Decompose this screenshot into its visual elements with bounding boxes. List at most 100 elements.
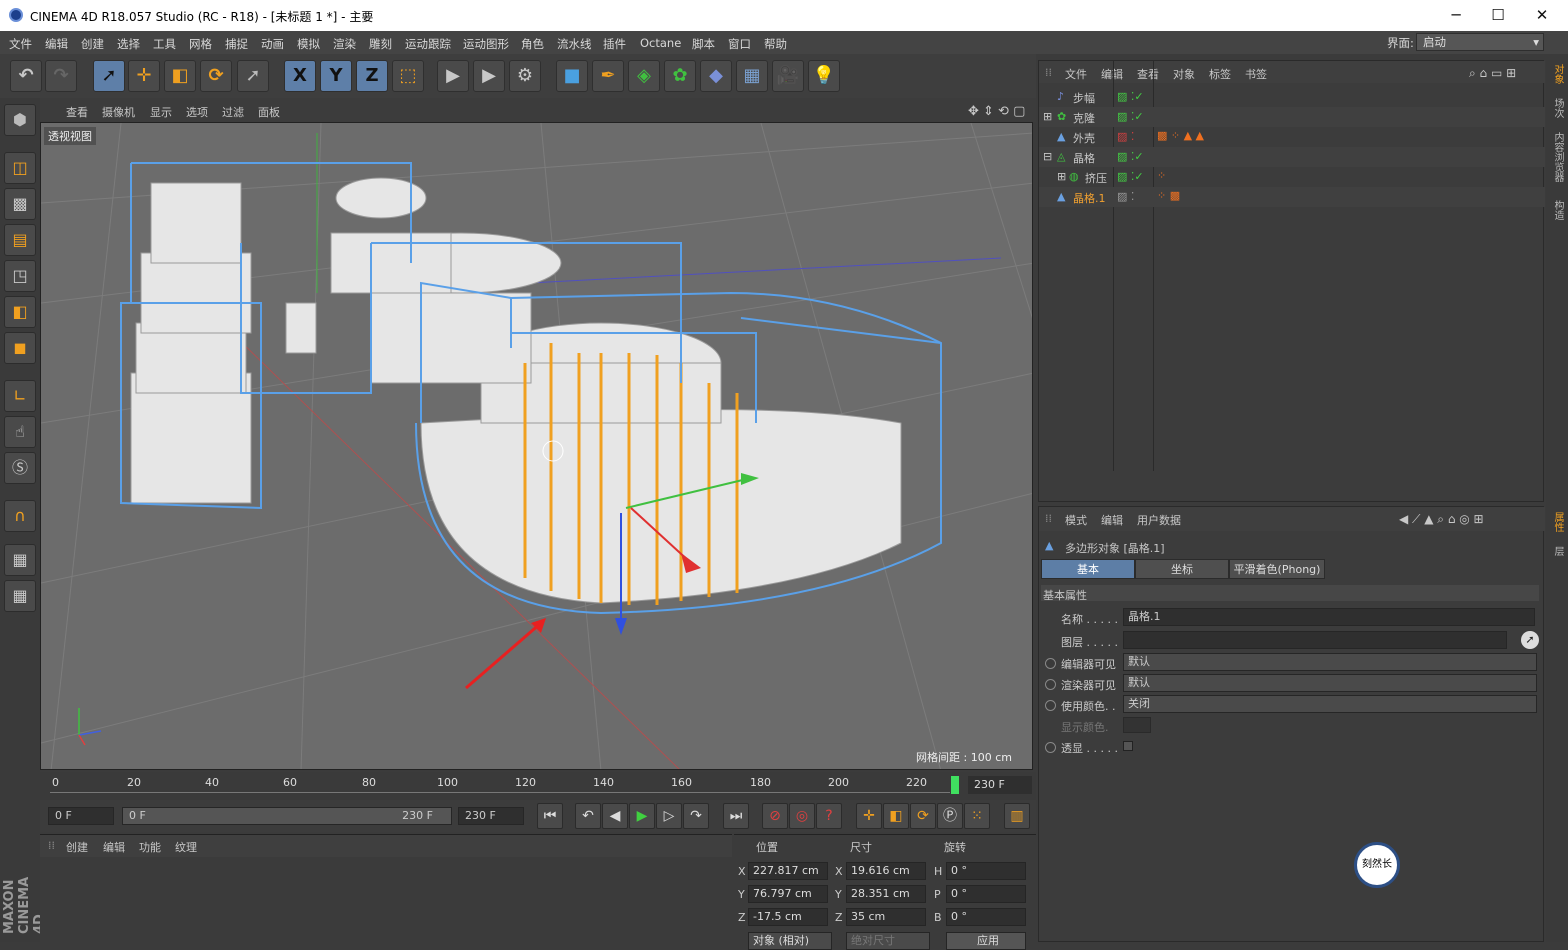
attr-nav-icon[interactable]: ◀ ⟋ ▲ ⌕ ⌂ ◎ ⊞ (1399, 512, 1484, 527)
prev-key-icon[interactable]: ↶ (575, 803, 601, 829)
light-icon[interactable]: 💡 (808, 60, 840, 92)
auto-key-icon[interactable]: ◎ (789, 803, 815, 829)
last-tool-icon[interactable]: ➚ (237, 60, 269, 92)
render-visible-select[interactable]: 默认 (1123, 674, 1537, 692)
object-row[interactable]: ⊞ ✿ 克隆 ▨ ⁚✓ (1039, 107, 1545, 127)
polygons-mode-icon[interactable]: ◼ (4, 332, 36, 364)
tab-basic[interactable]: 基本 (1041, 559, 1135, 579)
close-button[interactable]: ✕ (1522, 4, 1562, 26)
obj-menu-edit[interactable]: 编辑 (1101, 66, 1123, 82)
move-icon[interactable]: ✛ (128, 60, 160, 92)
goto-start-icon[interactable]: ⏮ (537, 803, 563, 829)
visibility-check-icon[interactable]: ▨ ⁚✓ (1117, 90, 1144, 103)
name-field[interactable]: 晶格.1 (1123, 608, 1535, 626)
obj-menu-bookmarks[interactable]: 书签 (1245, 66, 1267, 82)
phong-tag-icon[interactable]: ⁘ (1157, 169, 1166, 182)
expand-icon[interactable]: ⊞ (1057, 170, 1066, 183)
model-mode-icon[interactable]: ◫ (4, 152, 36, 184)
menu-create[interactable]: 创建 (81, 36, 104, 52)
vp-menu-filter[interactable]: 过滤 (222, 104, 244, 120)
vp-menu-display[interactable]: 显示 (150, 104, 172, 120)
next-key-icon[interactable]: ↷ (683, 803, 709, 829)
key-position-icon[interactable]: ✛ (856, 803, 882, 829)
solo-mode-icon[interactable]: Ⓢ (4, 452, 36, 484)
object-row-selected[interactable]: ▲ 晶格.1 ▨ ⁚ ⁘ ▩ (1039, 187, 1545, 207)
visibility-check-icon[interactable]: ▨ ⁚✓ (1117, 170, 1144, 183)
render-visible-radio[interactable] (1045, 679, 1056, 690)
xray-radio[interactable] (1045, 742, 1056, 753)
display-color-swatch[interactable] (1123, 717, 1151, 733)
menu-window[interactable]: 窗口 (728, 36, 751, 52)
timeline-ruler[interactable]: 0 20 40 60 80 100 120 140 160 180 200 22… (40, 772, 1036, 800)
workplane-mode-icon[interactable]: ▤ (4, 224, 36, 256)
menu-plugins[interactable]: 插件 (603, 36, 626, 52)
use-color-radio[interactable] (1045, 700, 1056, 711)
key-pla-icon[interactable]: ⁙ (964, 803, 990, 829)
obj-menu-tags[interactable]: 标签 (1209, 66, 1231, 82)
pen-spline-icon[interactable]: ✒ (592, 60, 624, 92)
menu-file[interactable]: 文件 (9, 36, 32, 52)
mat-menu-texture[interactable]: 纹理 (175, 839, 197, 855)
vp-menu-options[interactable]: 选项 (186, 104, 208, 120)
material-tags-icon[interactable]: ▩ ⁘ ▲ ▲ (1157, 129, 1204, 142)
menu-pipeline[interactable]: 流水线 (557, 36, 592, 52)
side-tab-layers[interactable]: 层 (1549, 546, 1565, 556)
timeline-window-icon[interactable]: ▥ (1004, 803, 1030, 829)
size-x-field[interactable]: 19.616 cm (846, 862, 926, 880)
keyframe-selection-icon[interactable]: ? (816, 803, 842, 829)
tab-phong[interactable]: 平滑着色(Phong) (1229, 559, 1325, 579)
expand-icon[interactable]: ⊞ (1043, 110, 1052, 123)
key-rotation-icon[interactable]: ⟳ (910, 803, 936, 829)
menu-help[interactable]: 帮助 (764, 36, 787, 52)
attr-menu-mode[interactable]: 模式 (1065, 512, 1087, 528)
subdivision-surface-icon[interactable]: ◈ (628, 60, 660, 92)
axis-mode-icon[interactable]: ∟ (4, 380, 36, 412)
rot-p-field[interactable]: 0 ° (946, 885, 1026, 903)
rot-h-field[interactable]: 0 ° (946, 862, 1026, 880)
menu-simulate[interactable]: 模拟 (297, 36, 320, 52)
object-row[interactable]: ⊞ ◍ 挤压 ▨ ⁚✓ ⁘ (1039, 167, 1545, 187)
editor-visible-radio[interactable] (1045, 658, 1056, 669)
menu-render[interactable]: 渲染 (333, 36, 356, 52)
menu-mograph[interactable]: 运动图形 (463, 36, 509, 52)
side-tab-takes[interactable]: 场次 (1549, 98, 1565, 118)
object-row[interactable]: ⊟ ◬ 晶格 ▨ ⁚✓ (1039, 147, 1545, 167)
mat-menu-edit[interactable]: 编辑 (103, 839, 125, 855)
layer-picker-icon[interactable]: ➚ (1521, 631, 1539, 649)
perspective-viewport[interactable]: 透视视图 网格间距 : 100 cm (40, 122, 1033, 770)
apply-button[interactable]: 应用 (946, 932, 1026, 950)
attr-menu-userdata[interactable]: 用户数据 (1137, 512, 1181, 528)
side-tab-objects[interactable]: 对象 (1549, 64, 1565, 84)
mat-menu-create[interactable]: 创建 (66, 839, 88, 855)
obj-menu-view[interactable]: 查看 (1137, 66, 1159, 82)
obj-menu-file[interactable]: 文件 (1065, 66, 1087, 82)
visibility-check-icon[interactable]: ▨ ⁚✓ (1117, 110, 1144, 123)
render-settings-icon[interactable]: ⚙ (509, 60, 541, 92)
make-editable-icon[interactable]: ⬢ (4, 104, 36, 136)
menu-select[interactable]: 选择 (117, 36, 140, 52)
prev-frame-icon[interactable]: ◀ (602, 803, 628, 829)
menu-script[interactable]: 脚本 (692, 36, 715, 52)
preview-range-slider[interactable]: 0 F 230 F (122, 807, 452, 825)
mat-menu-function[interactable]: 功能 (139, 839, 161, 855)
xray-checkbox[interactable] (1123, 741, 1133, 751)
workplane-align-icon[interactable]: ▦ (4, 580, 36, 612)
points-mode-icon[interactable]: ◳ (4, 260, 36, 292)
menu-octane[interactable]: Octane (640, 36, 681, 50)
workplane-lock-icon[interactable]: ▦ (4, 544, 36, 576)
side-tab-content-browser[interactable]: 内容浏览器 (1549, 132, 1565, 182)
vp-menu-view[interactable]: 查看 (66, 104, 88, 120)
use-color-select[interactable]: 关闭 (1123, 695, 1537, 713)
max-frame-field[interactable]: 230 F (458, 807, 524, 825)
visibility-check-icon[interactable]: ▨ ⁚✓ (1117, 150, 1144, 163)
render-view-icon[interactable]: ▶ (437, 60, 469, 92)
vp-menu-camera[interactable]: 摄像机 (102, 104, 135, 120)
attr-menu-edit[interactable]: 编辑 (1101, 512, 1123, 528)
tab-coordinates[interactable]: 坐标 (1135, 559, 1229, 579)
size-y-field[interactable]: 28.351 cm (846, 885, 926, 903)
rot-b-field[interactable]: 0 ° (946, 908, 1026, 926)
object-row[interactable]: ♪ 步幅 ▨ ⁚✓ (1039, 87, 1545, 107)
menu-animate[interactable]: 动画 (261, 36, 284, 52)
menu-snap[interactable]: 捕捉 (225, 36, 248, 52)
redo-icon[interactable]: ↷ (45, 60, 77, 92)
